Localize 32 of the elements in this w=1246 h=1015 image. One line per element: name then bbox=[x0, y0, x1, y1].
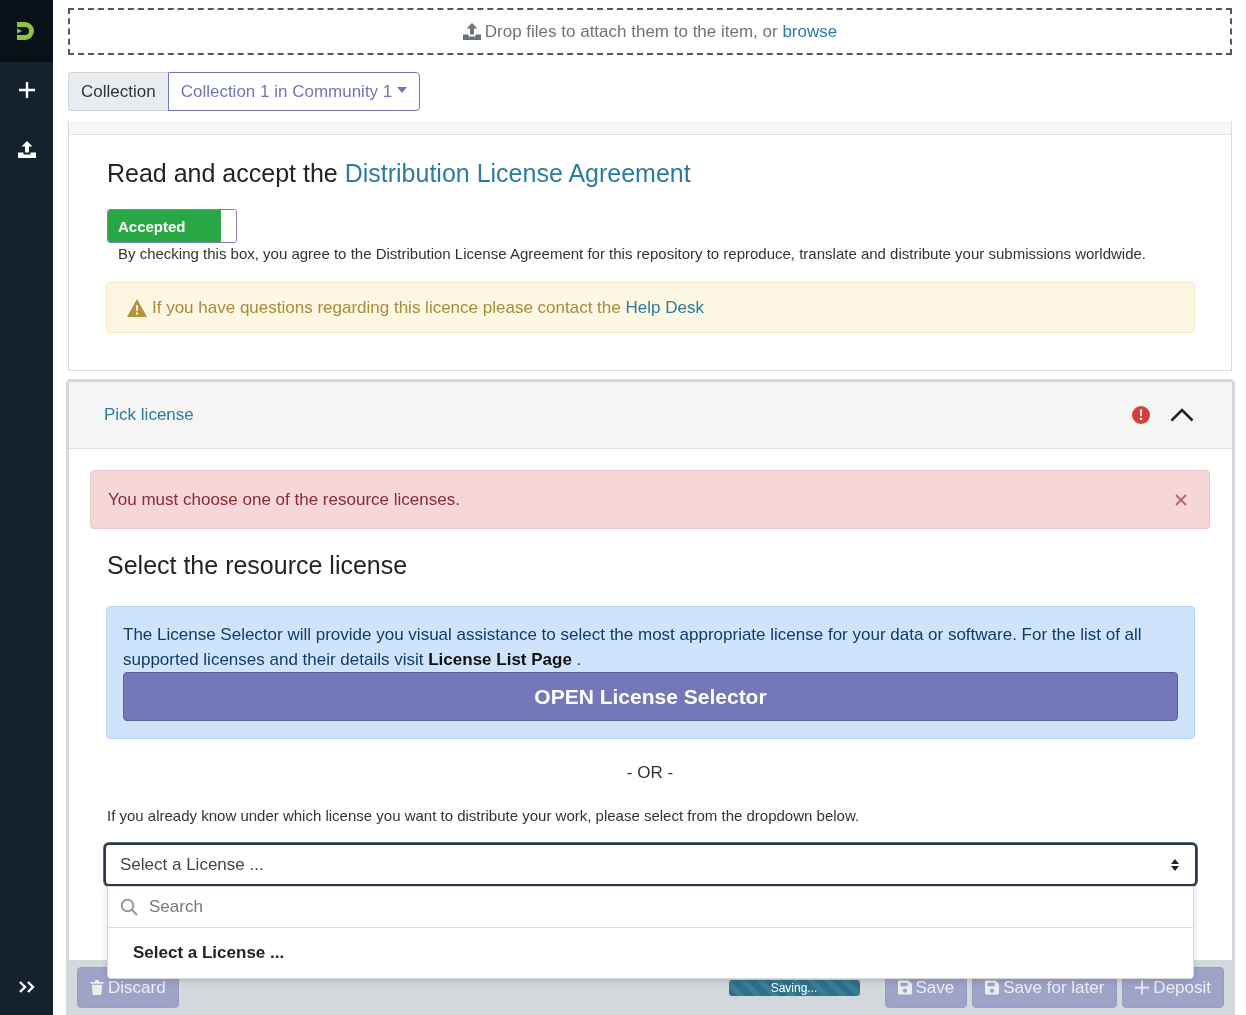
error-message: You must choose one of the resource licenses. bbox=[108, 489, 460, 510]
progress-label: Saving... bbox=[770, 980, 818, 995]
collection-dropdown[interactable]: Collection 1 in Community 1 bbox=[167, 72, 421, 111]
caret-icon bbox=[397, 86, 408, 93]
agreement-note: By checking this box, you agree to the Distribution License Agreement for this repository to reproduce, translate and distribute your submissions worldwide. bbox=[118, 244, 1148, 264]
plus-icon bbox=[1135, 980, 1150, 995]
pick-license-link[interactable]: Pick license bbox=[104, 405, 1132, 425]
sort-icon bbox=[1171, 858, 1179, 871]
search-icon bbox=[120, 898, 138, 916]
agreement-heading: Read and accept the Distribution License Agreement bbox=[107, 158, 692, 188]
warning-message: If you have questions regarding this licence please contact the Help Desk bbox=[152, 297, 704, 319]
license-select[interactable]: Select a License ... bbox=[104, 843, 1197, 886]
plus-icon[interactable] bbox=[18, 82, 35, 98]
trash-icon bbox=[90, 980, 104, 995]
agreement-link[interactable]: Distribution License Agreement bbox=[344, 159, 691, 187]
license-hint: If you already know under which license you want to distribute your work, please select from the dropdown below. bbox=[107, 806, 861, 826]
chevron-up-icon[interactable] bbox=[1170, 408, 1194, 422]
double-chevron-icon[interactable] bbox=[18, 981, 35, 993]
upload-icon[interactable] bbox=[17, 141, 36, 158]
drop-hint: Drop files to attach them to the item, or browse bbox=[484, 21, 838, 42]
help-desk-link[interactable]: Help Desk bbox=[625, 298, 704, 317]
close-icon[interactable] bbox=[1175, 493, 1187, 506]
warning-icon bbox=[127, 298, 147, 317]
license-heading: Select the resource license bbox=[107, 550, 409, 580]
collection-label: Collection bbox=[68, 72, 168, 111]
open-license-selector-button[interactable]: OPEN License Selector bbox=[123, 672, 1178, 721]
upload-icon bbox=[462, 23, 481, 40]
search-field[interactable]: Search bbox=[149, 897, 1193, 917]
or-separator: - OR - bbox=[625, 762, 675, 784]
accepted-toggle[interactable]: Accepted bbox=[107, 209, 237, 243]
info-message: The License Selector will provide you visual assistance to select the most appropriate license for your data or software. For the list of all supported licenses and their details visit License List Page . bbox=[123, 624, 1143, 671]
browse-link[interactable]: browse bbox=[782, 21, 838, 41]
